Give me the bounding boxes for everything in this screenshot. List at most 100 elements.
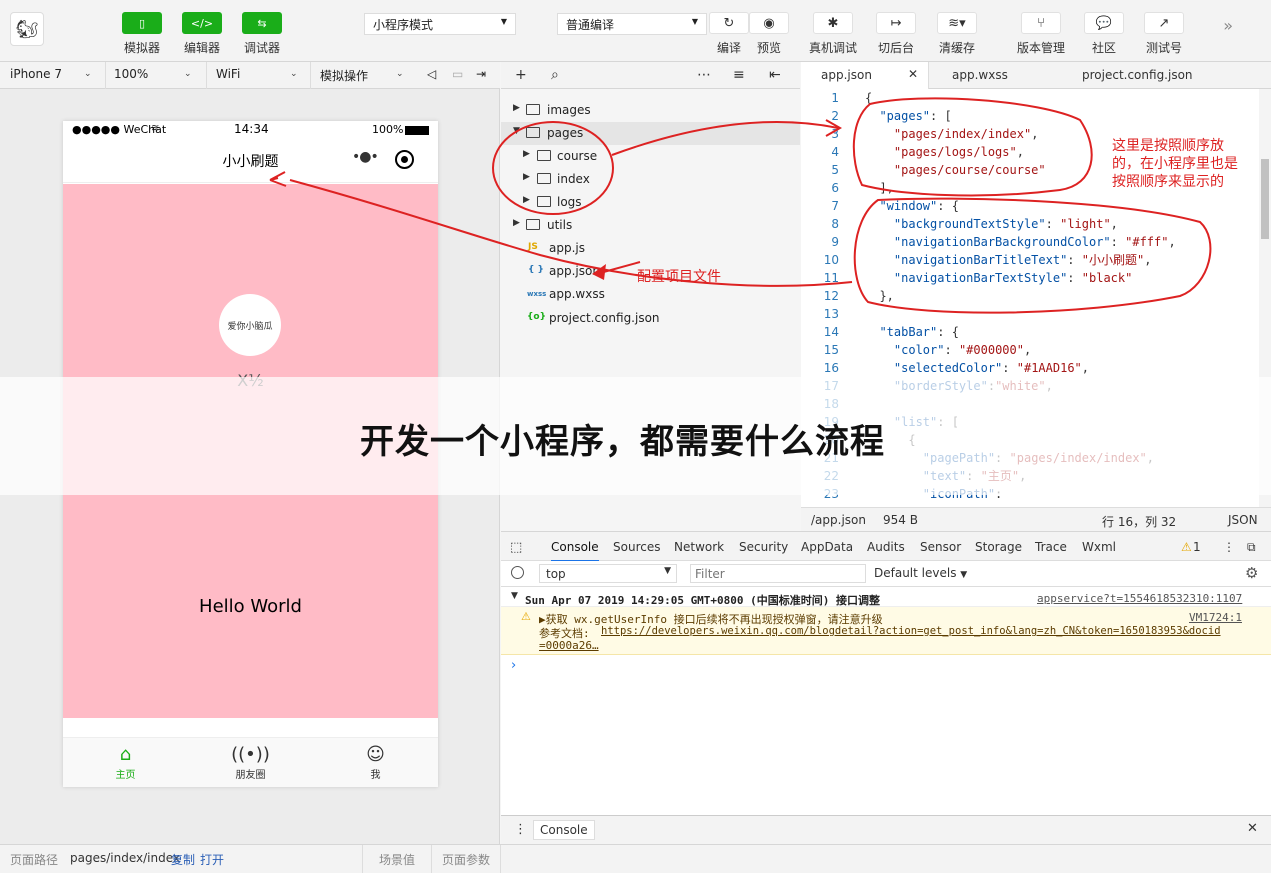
gear-icon[interactable]: ⚙ [1245, 564, 1258, 582]
tree-item-index[interactable]: ▶ index [501, 168, 800, 191]
app-avatar[interactable]: 🐿 [10, 12, 44, 46]
divider [362, 845, 363, 873]
test-account-button[interactable]: ↗ 测试号 [1134, 12, 1194, 56]
network-select[interactable]: WiFi ⌄ [216, 67, 298, 81]
tab-me-label: 我 [370, 770, 381, 781]
tab-sources[interactable]: Sources [613, 540, 660, 554]
tree-item-project-config[interactable]: {o} project.config.json [501, 307, 800, 330]
background-button[interactable]: ↦ 切后台 [866, 12, 926, 56]
mode-select[interactable]: 小程序模式 ▼ [364, 13, 516, 35]
tab-moments-label: 朋友圈 [235, 770, 266, 781]
editor-toggle-button[interactable]: </> 编辑器 [172, 12, 232, 56]
tab-app-wxss[interactable]: app.wxss [952, 62, 1008, 89]
window-icon[interactable]: ▭ [452, 67, 463, 81]
tab-sensor[interactable]: Sensor [920, 540, 961, 554]
status-language[interactable]: JSON [1228, 513, 1258, 527]
tree-item-app-wxss[interactable]: wxss app.wxss [501, 283, 800, 306]
capsule-close-button[interactable] [395, 150, 414, 169]
divider [431, 845, 432, 873]
volume-icon[interactable]: ◁ [427, 67, 436, 81]
kebab-menu-icon[interactable]: ⋮ [514, 822, 527, 837]
warning-icon[interactable]: ⚠ [1181, 540, 1192, 554]
tree-item-utils[interactable]: ▶ utils [501, 214, 800, 237]
line-number: 16 [823, 361, 839, 375]
prompt-icon[interactable]: › [511, 658, 516, 673]
annotation-order-note: 这里是按照顺序放 的，在小程序里也是 按照顺序来显示的 [1112, 137, 1238, 191]
warning-doc-link[interactable]: https://developers.weixin.qq.com/blogdet… [601, 625, 1221, 637]
split-icon[interactable]: ⇥ [476, 67, 486, 81]
undock-icon[interactable]: ⧉ [1247, 540, 1256, 555]
console-source-link[interactable]: appservice?t=1554618532310:1107 [1037, 592, 1242, 605]
log-levels-select[interactable]: Default levels ▼ [874, 566, 967, 580]
zoom-select[interactable]: 100% ⌄ [114, 67, 192, 81]
more-dots-icon[interactable]: •●• [352, 149, 379, 165]
scrollbar-thumb[interactable] [1261, 159, 1269, 239]
open-path-link[interactable]: 打开 [200, 851, 224, 868]
user-avatar[interactable]: 爱你小脑瓜 [219, 294, 281, 356]
collapse-icon[interactable]: ⇤ [769, 67, 781, 83]
code-line: "navigationBarBackgroundColor": "#fff", [893, 235, 1176, 249]
compile-select[interactable]: 普通编译 ▼ [557, 13, 707, 35]
sort-icon[interactable]: ≡ [733, 67, 745, 83]
chevron-down-icon: ⌄ [290, 69, 298, 79]
warning-doc-link-cont[interactable]: =0000a26… [539, 639, 599, 652]
tab-audits[interactable]: Audits [867, 540, 905, 554]
target-icon [401, 156, 408, 163]
remote-debug-button[interactable]: ✱ 真机调试 [803, 12, 863, 56]
tab-appdata[interactable]: AppData [801, 540, 853, 554]
tab-home[interactable]: ⌂ 主页 [63, 738, 188, 787]
scene-value-button[interactable]: 场景值 [379, 851, 415, 868]
copy-path-link[interactable]: 复制 [171, 851, 195, 868]
community-button[interactable]: 💬 社区 [1074, 12, 1134, 56]
console-filter-input[interactable] [690, 564, 866, 583]
tree-item-images[interactable]: ▶ images [501, 99, 800, 122]
tab-trace[interactable]: Trace [1035, 540, 1067, 554]
preview-button[interactable]: ◉ 预览 [739, 12, 799, 56]
tree-item-pages[interactable]: ▼ pages [501, 122, 800, 145]
add-icon[interactable]: + [515, 67, 527, 83]
close-icon[interactable]: ✕ [908, 67, 918, 81]
console-group-header[interactable]: ▼ Sun Apr 07 2019 14:29:05 GMT+0800 (中国标… [501, 587, 1271, 607]
tab-me[interactable]: ☺ 我 [313, 738, 438, 787]
more-icon[interactable]: » [1223, 16, 1233, 35]
tab-app-json[interactable]: app.json ✕ [801, 62, 929, 89]
device-select[interactable]: iPhone 7 ⌄ [10, 67, 92, 81]
inspect-icon[interactable]: ⬚ [510, 540, 522, 555]
kebab-menu-icon[interactable]: ⋮ [1223, 540, 1235, 554]
close-icon[interactable]: ✕ [1247, 821, 1258, 836]
debugger-toggle-button[interactable]: ⇆ 调试器 [232, 12, 292, 56]
line-number: 11 [823, 271, 839, 285]
tab-console[interactable]: Console [551, 540, 599, 562]
banner-title: 开发一个小程序，都需要什么流程 [360, 422, 885, 462]
tab-network[interactable]: Network [674, 540, 724, 554]
chevron-down-icon: ▼ [500, 17, 507, 26]
tab-moments[interactable]: ((•)) 朋友圈 [188, 738, 313, 787]
page-params-button[interactable]: 页面参数 [442, 851, 490, 868]
clear-console-icon[interactable] [511, 566, 524, 579]
clear-cache-button[interactable]: ≋▾ 清缓存 [927, 12, 987, 56]
drawer-tab-console[interactable]: Console [533, 820, 595, 840]
avatar-caption: 爱你小脑瓜 [227, 321, 273, 332]
version-button[interactable]: ⑂ 版本管理 [1011, 12, 1071, 56]
tree-item-app-js[interactable]: JS app.js [501, 237, 800, 260]
tree-item-course[interactable]: ▶ course [501, 145, 800, 168]
layers-icon: ≋▾ [937, 12, 977, 34]
device-bar: iPhone 7 ⌄ 100% ⌄ WiFi ⌄ 模拟操作 ⌄ ◁ ▭ ⇥ [0, 62, 500, 89]
chevron-right-icon: ▶ [513, 103, 520, 113]
divider [105, 62, 106, 89]
warning-source-link[interactable]: VM1724:1 [1189, 611, 1242, 624]
tab-project-config[interactable]: project.config.json [1082, 62, 1193, 89]
tab-storage[interactable]: Storage [975, 540, 1022, 554]
context-select[interactable]: top ▼ [539, 564, 677, 583]
operation-select[interactable]: 模拟操作 ⌄ [320, 67, 404, 84]
tab-security[interactable]: Security [739, 540, 788, 554]
json-file-icon: { } [528, 265, 544, 275]
search-icon[interactable]: ⌕ [551, 67, 559, 83]
title-banner: 开发一个小程序，都需要什么流程 [0, 377, 1271, 495]
line-number: 13 [823, 307, 839, 321]
tree-item-logs[interactable]: ▶ logs [501, 191, 800, 214]
tab-wxml[interactable]: Wxml [1082, 540, 1116, 554]
more-icon[interactable]: ⋯ [697, 67, 711, 83]
simulator-toggle-button[interactable]: ▯ 模拟器 [112, 12, 172, 56]
